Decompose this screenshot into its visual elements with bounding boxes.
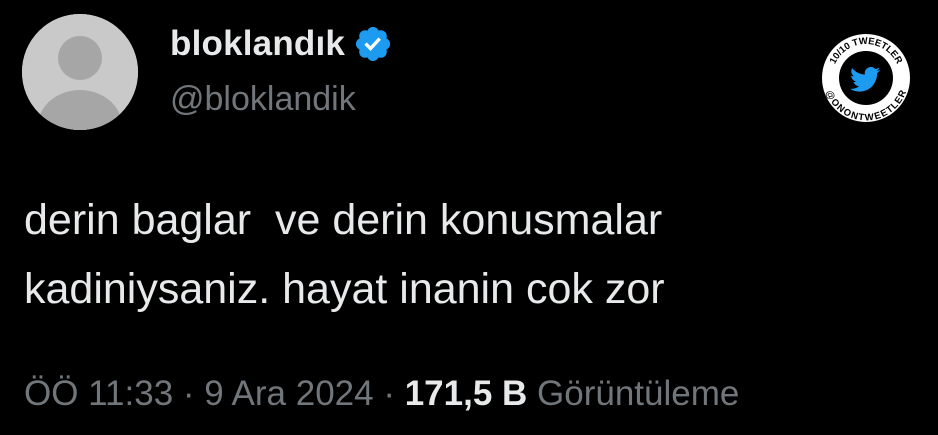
meta-separator: ·	[173, 374, 205, 413]
default-avatar-icon	[22, 14, 138, 130]
tweet-date[interactable]: 9 Ara 2024	[204, 374, 373, 413]
views-count[interactable]: 171,5 B	[405, 374, 528, 413]
avatar[interactable]	[22, 14, 138, 130]
meta-separator: ·	[373, 374, 405, 413]
author-handle[interactable]: @bloklandik	[170, 80, 356, 119]
watermark-logo: 10/10 TWEETLER @ONONTWEETLER	[820, 32, 912, 124]
author-display-name[interactable]: bloklandık	[170, 24, 345, 64]
tweet-text: derin baglar ve derin konusmalar kadiniy…	[24, 196, 665, 313]
author-name-row: bloklandık	[170, 20, 393, 68]
views-label: Görüntüleme	[537, 374, 740, 413]
verified-badge-icon[interactable]	[353, 24, 393, 64]
tweet-meta: ÖÖ 11:33 · 9 Ara 2024 · 171,5 B Görüntül…	[24, 374, 739, 414]
tweet-time[interactable]: ÖÖ 11:33	[24, 374, 173, 413]
